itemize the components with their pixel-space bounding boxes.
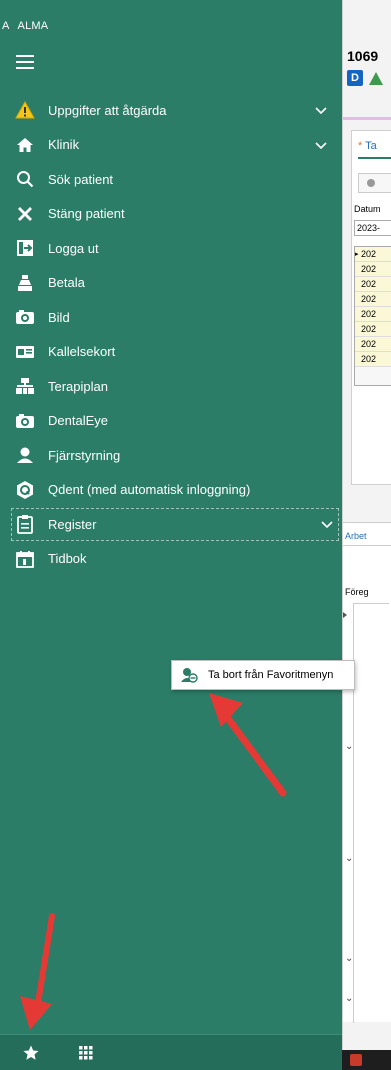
- section-tab[interactable]: Arbet: [345, 531, 367, 541]
- work-panel: Arbet Föreg ⌄ ⌄ ⌄ ⌄: [343, 522, 391, 1023]
- menu-item-logga-ut[interactable]: Logga ut: [0, 231, 342, 266]
- expand-chevron-icon[interactable]: ⌄: [345, 993, 353, 1004]
- grid-icon: [79, 1045, 93, 1059]
- home-icon: [14, 135, 36, 155]
- remove-favorite-icon: [181, 668, 198, 683]
- taskbar: [342, 1050, 391, 1070]
- warning-icon: [14, 100, 36, 120]
- previous-label: Föreg: [345, 587, 369, 597]
- chevron-down-icon[interactable]: [320, 517, 334, 531]
- table-row[interactable]: 202: [355, 247, 391, 262]
- alert-triangle-icon[interactable]: [369, 72, 383, 85]
- tab-underline: [358, 157, 391, 159]
- menu-item-fjarrstyrning[interactable]: Fjärrstyrning: [0, 438, 342, 473]
- menu-item-sok-patient[interactable]: Sök patient: [0, 162, 342, 197]
- menu-item-qdent[interactable]: Qdent (med automatisk inloggning): [0, 473, 342, 508]
- table-row[interactable]: 202: [355, 322, 391, 337]
- main-panel: 1069 D * Ta Datum 2023- 202 202 202 202 …: [342, 0, 391, 1070]
- card-icon: [14, 342, 36, 362]
- hamburger-bar: [16, 67, 34, 69]
- menu-item-label: Register: [48, 516, 97, 532]
- sidebar-bottom-bar: [0, 1034, 342, 1070]
- table-row[interactable]: 202: [355, 262, 391, 277]
- expand-chevron-icon[interactable]: ⌄: [345, 953, 353, 964]
- menu-item-label: Sök patient: [48, 171, 114, 187]
- menu-item-label: Klinik: [48, 137, 80, 153]
- menu-item-kallelsekort[interactable]: Kallelsekort: [0, 335, 342, 370]
- chevron-down-icon[interactable]: [314, 138, 328, 152]
- favorites-menu: Uppgifter att åtgärda Klinik Sök patient…: [0, 93, 342, 576]
- app-title: A ALMA: [2, 20, 49, 32]
- expand-chevron-icon[interactable]: ⌄: [345, 853, 353, 864]
- clipboard-icon: [14, 514, 36, 535]
- favorites-button[interactable]: [0, 1035, 62, 1070]
- expand-chevron-icon[interactable]: ⌄: [345, 741, 353, 752]
- menu-item-label: Uppgifter att åtgärda: [48, 102, 167, 118]
- work-chart: [353, 603, 389, 1023]
- menu-item-uppgifter[interactable]: Uppgifter att åtgärda: [0, 93, 342, 128]
- taskbar-app-icon[interactable]: [350, 1054, 362, 1066]
- menu-item-betala[interactable]: Betala: [0, 266, 342, 301]
- person-icon: [14, 445, 36, 465]
- menu-item-label: Terapiplan: [48, 378, 108, 394]
- payment-icon: [14, 273, 36, 293]
- hamburger-bar: [16, 55, 34, 57]
- table-row[interactable]: 202: [355, 307, 391, 322]
- menu-item-label: Bild: [48, 309, 70, 325]
- camera-icon: [14, 411, 36, 431]
- status-badge[interactable]: D: [347, 70, 363, 86]
- divider: [343, 545, 391, 546]
- chevron-down-icon[interactable]: [314, 103, 328, 117]
- menu-item-label: Qdent (med automatisk inloggning): [48, 482, 251, 498]
- hamburger-bar: [16, 61, 34, 63]
- menu-item-label: Kallelsekort: [48, 344, 116, 360]
- divider: [343, 117, 391, 120]
- tab-main[interactable]: * Ta: [358, 140, 377, 152]
- table-row[interactable]: 202: [355, 292, 391, 307]
- menu-item-label: DentalEye: [48, 413, 108, 429]
- star-icon: [23, 1045, 39, 1060]
- table-row[interactable]: 202: [355, 337, 391, 352]
- menu-item-bild[interactable]: Bild: [0, 300, 342, 335]
- table-row[interactable]: 202: [355, 352, 391, 367]
- calendar-icon: [14, 549, 36, 569]
- camera-icon: [14, 307, 36, 327]
- app-logo-icon: A: [2, 20, 10, 32]
- logout-icon: [14, 238, 36, 258]
- content-panel: * Ta Datum 2023- 202 202 202 202 202 202…: [351, 130, 391, 485]
- menu-item-tidbok[interactable]: Tidbok: [0, 542, 342, 577]
- close-icon: [14, 204, 36, 224]
- sidebar: A ALMA Uppgifter att åtgärda Klinik Sök …: [0, 0, 342, 1070]
- apps-button[interactable]: [62, 1035, 110, 1070]
- toolbar-button[interactable]: [358, 173, 391, 193]
- hierarchy-icon: [14, 376, 36, 396]
- menu-item-klinik[interactable]: Klinik: [0, 128, 342, 163]
- hamburger-menu-button[interactable]: [16, 55, 34, 69]
- menu-item-register[interactable]: Register: [10, 507, 340, 542]
- menu-item-label: Stäng patient: [48, 206, 125, 222]
- menu-item-stang-patient[interactable]: Stäng patient: [0, 197, 342, 232]
- date-label: Datum: [354, 204, 381, 214]
- menu-item-terapiplan[interactable]: Terapiplan: [0, 369, 342, 404]
- menu-item-dentaleye[interactable]: DentalEye: [0, 404, 342, 439]
- search-icon: [14, 169, 36, 189]
- menu-item-label: Fjärrstyrning: [48, 447, 121, 463]
- menu-item-label: Tidbok: [48, 551, 87, 567]
- context-menu-remove-favorite[interactable]: Ta bort från Favoritmenyn: [171, 660, 355, 690]
- records-table: 202 202 202 202 202 202 202 202: [354, 246, 391, 386]
- qdent-icon: [14, 480, 36, 500]
- context-menu-label: Ta bort från Favoritmenyn: [208, 669, 334, 681]
- splitter-handle[interactable]: [343, 612, 347, 618]
- menu-item-label: Logga ut: [48, 240, 99, 256]
- menu-item-label: Betala: [48, 275, 85, 291]
- patient-id: 1069: [347, 48, 379, 64]
- date-field[interactable]: 2023-: [354, 220, 391, 236]
- table-row[interactable]: 202: [355, 277, 391, 292]
